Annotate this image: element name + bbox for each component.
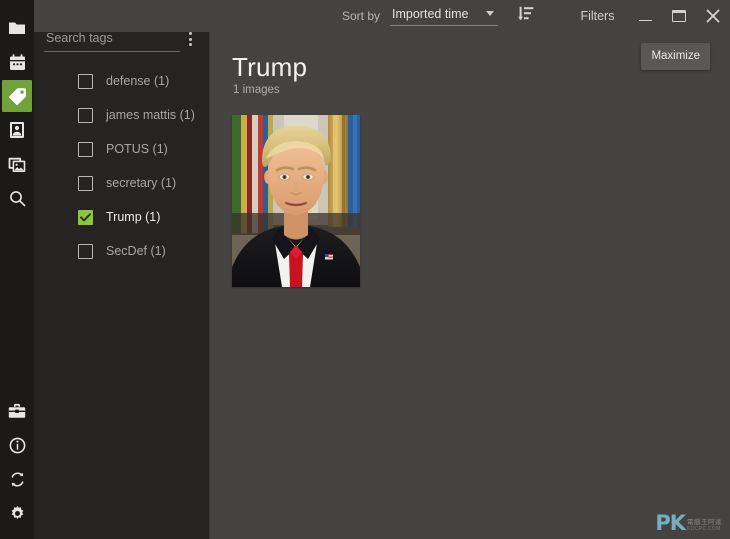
sort-descending-icon	[518, 6, 534, 26]
sidebar-item-settings[interactable]	[2, 497, 32, 529]
sidebar-item-albums[interactable]	[2, 148, 32, 180]
tag-list-item-secdef[interactable]: SecDef (1)	[34, 234, 209, 268]
sidebar-item-tags[interactable]	[2, 80, 32, 112]
sync-icon	[9, 471, 26, 488]
maximize-button[interactable]	[662, 1, 696, 31]
page-title: Trump	[232, 52, 308, 82]
watermark-logo: PK	[655, 511, 686, 535]
watermark-text: 電腦王阿達 KOCPC.COM	[687, 519, 722, 532]
tag-list-item-james-mattis[interactable]: james mattis (1)	[34, 98, 209, 132]
close-icon	[706, 9, 720, 23]
tag-list-item-trump[interactable]: Trump (1)	[34, 200, 209, 234]
tag-checkbox[interactable]	[78, 73, 93, 89]
tag-list: defense (1) james mattis (1) POTUS (1) s…	[34, 52, 209, 268]
tag-search-wrapper	[44, 29, 181, 52]
watermark-line-2: KOCPC.COM	[687, 526, 721, 532]
window-controls	[628, 0, 730, 32]
sidebar-item-info[interactable]	[2, 429, 32, 461]
search-input[interactable]	[44, 31, 181, 52]
albums-icon	[8, 156, 26, 173]
sidebar-item-people[interactable]	[2, 114, 32, 146]
tag-checkbox[interactable]	[78, 175, 93, 191]
tag-checkbox[interactable]	[78, 141, 93, 157]
tag-label: defense (1)	[106, 74, 170, 88]
tag-list-item-potus[interactable]: POTUS (1)	[34, 132, 209, 166]
close-button[interactable]	[696, 1, 730, 31]
sort-by-value: Imported time	[392, 6, 469, 21]
sidebar-item-calendar[interactable]	[2, 46, 32, 78]
sort-by-label: Sort by	[342, 9, 381, 23]
gear-icon	[9, 505, 26, 522]
tag-search-row	[34, 0, 209, 52]
tag-list-item-secretary[interactable]: secretary (1)	[34, 166, 209, 200]
rail-bottom-group	[2, 395, 32, 539]
magnifier-icon	[9, 190, 26, 207]
folder-icon	[8, 20, 26, 36]
minimize-icon	[638, 19, 652, 22]
tag-checkbox[interactable]	[78, 209, 93, 225]
minimize-button[interactable]	[628, 1, 662, 31]
site-watermark: PK 電腦王阿達 KOCPC.COM	[655, 511, 722, 535]
sort-by-dropdown[interactable]: Imported time	[390, 6, 499, 26]
left-icon-rail	[0, 0, 34, 539]
tag-label: SecDef (1)	[106, 244, 166, 258]
person-photo-icon	[9, 121, 25, 139]
sidebar-item-search[interactable]	[2, 182, 32, 214]
tag-checkbox[interactable]	[78, 243, 93, 259]
calendar-icon	[9, 53, 26, 71]
application-window: defense (1) james mattis (1) POTUS (1) s…	[0, 0, 730, 539]
gallery-image-count: 1 images	[233, 84, 280, 96]
sidebar-item-sync[interactable]	[2, 463, 32, 495]
tag-options-menu-button[interactable]	[182, 28, 199, 50]
tag-label: james mattis (1)	[106, 108, 195, 122]
kebab-dot	[189, 32, 193, 35]
kebab-dot	[189, 43, 193, 46]
kebab-dot	[189, 37, 193, 41]
maximize-tooltip: Maximize	[641, 43, 710, 70]
check-icon	[80, 212, 91, 221]
rail-top-group	[2, 0, 32, 216]
tag-label: Trump (1)	[106, 210, 161, 224]
toolbox-icon	[8, 403, 26, 419]
photo-thumbnail-image	[232, 115, 360, 287]
tag-label: secretary (1)	[106, 176, 177, 190]
tag-icon	[8, 87, 27, 106]
tag-checkbox[interactable]	[78, 107, 93, 123]
info-icon	[9, 437, 26, 454]
gallery-panel: Trump 1 images Maximize	[210, 32, 730, 539]
sort-direction-button[interactable]	[512, 4, 540, 28]
sidebar-item-folders[interactable]	[2, 12, 32, 44]
filters-button[interactable]: Filters	[574, 5, 620, 27]
sidebar-item-tools[interactable]	[2, 395, 32, 427]
tag-label: POTUS (1)	[106, 142, 168, 156]
tag-list-item-defense[interactable]: defense (1)	[34, 64, 209, 98]
chevron-down-icon	[486, 11, 495, 16]
photo-thumbnail[interactable]	[232, 115, 360, 287]
main-content-area: Trump 1 images Maximize	[209, 0, 730, 539]
watermark-line-1: 電腦王阿達	[687, 519, 722, 526]
tag-sidebar: defense (1) james mattis (1) POTUS (1) s…	[34, 0, 209, 539]
maximize-icon	[672, 10, 686, 22]
